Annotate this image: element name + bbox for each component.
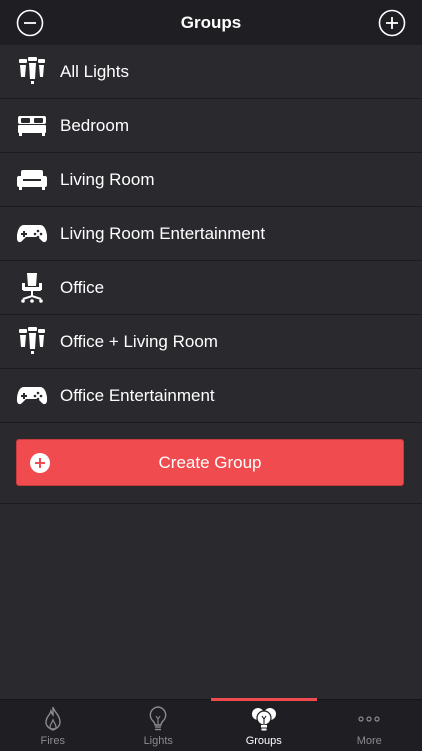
office-chair-icon bbox=[16, 272, 48, 304]
tab-fires[interactable]: Fires bbox=[0, 700, 106, 751]
group-label: Office Entertainment bbox=[60, 386, 215, 406]
group-label: Bedroom bbox=[60, 116, 129, 136]
group-row-all-lights[interactable]: All Lights bbox=[0, 45, 422, 99]
more-dots-icon bbox=[355, 705, 383, 733]
add-group-button[interactable] bbox=[378, 9, 406, 37]
gamepad-icon bbox=[16, 380, 48, 412]
group-row-office[interactable]: Office bbox=[0, 261, 422, 315]
bed-icon bbox=[16, 110, 48, 142]
group-row-living-room[interactable]: Living Room bbox=[0, 153, 422, 207]
tab-label: More bbox=[357, 735, 382, 747]
group-row-bedroom[interactable]: Bedroom bbox=[0, 99, 422, 153]
gamepad-icon bbox=[16, 218, 48, 250]
remove-group-button[interactable] bbox=[16, 9, 44, 37]
group-label: Office + Living Room bbox=[60, 332, 218, 352]
sofa-icon bbox=[16, 164, 48, 196]
bulbs-icon bbox=[16, 326, 48, 358]
group-label: Living Room Entertainment bbox=[60, 224, 265, 244]
bulb-cluster-icon bbox=[250, 705, 278, 733]
tab-bar: Fires Lights Groups More bbox=[0, 699, 422, 751]
create-group-section: Create Group bbox=[0, 423, 422, 504]
group-label: All Lights bbox=[60, 62, 129, 82]
tab-lights[interactable]: Lights bbox=[106, 700, 212, 751]
bulbs-icon bbox=[16, 56, 48, 88]
bulb-icon bbox=[144, 705, 172, 733]
page-title: Groups bbox=[181, 13, 241, 33]
create-group-label: Create Group bbox=[159, 453, 262, 473]
tab-label: Fires bbox=[41, 735, 65, 747]
tab-label: Groups bbox=[246, 735, 282, 747]
group-row-living-room-entertainment[interactable]: Living Room Entertainment bbox=[0, 207, 422, 261]
tab-groups[interactable]: Groups bbox=[211, 700, 317, 751]
group-row-office-living-room[interactable]: Office + Living Room bbox=[0, 315, 422, 369]
tab-more[interactable]: More bbox=[317, 700, 422, 751]
create-group-button[interactable]: Create Group bbox=[16, 439, 404, 486]
group-label: Office bbox=[60, 278, 104, 298]
group-label: Living Room bbox=[60, 170, 155, 190]
tab-label: Lights bbox=[144, 735, 173, 747]
plus-circle-icon bbox=[29, 452, 51, 474]
flame-icon bbox=[39, 705, 67, 733]
nav-bar: Groups bbox=[0, 0, 422, 45]
active-tab-indicator bbox=[211, 698, 317, 701]
group-list: All Lights Bedroom Liv bbox=[0, 45, 422, 423]
group-row-office-entertainment[interactable]: Office Entertainment bbox=[0, 369, 422, 423]
